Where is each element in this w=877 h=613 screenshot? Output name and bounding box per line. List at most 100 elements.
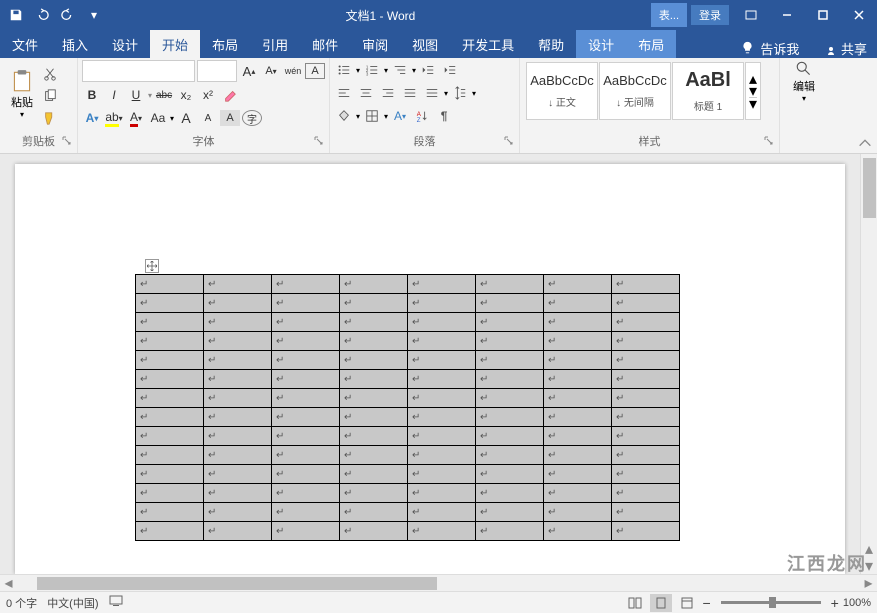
table-cell[interactable]: ↵: [272, 294, 340, 313]
table-cell[interactable]: ↵: [544, 503, 612, 522]
table-cell[interactable]: ↵: [136, 503, 204, 522]
table-cell[interactable]: ↵: [204, 484, 272, 503]
table-cell[interactable]: ↵: [408, 465, 476, 484]
table-cell[interactable]: ↵: [476, 522, 544, 541]
table-cell[interactable]: ↵: [136, 370, 204, 389]
dialog-launcher-icon[interactable]: [60, 136, 73, 149]
maximize-icon[interactable]: [805, 0, 841, 30]
distribute-icon[interactable]: [422, 83, 442, 103]
table-cell[interactable]: ↵: [408, 313, 476, 332]
format-painter-icon[interactable]: [40, 108, 60, 128]
table-cell[interactable]: ↵: [544, 389, 612, 408]
table-cell[interactable]: ↵: [204, 313, 272, 332]
grow-font-icon[interactable]: A▴: [239, 61, 259, 81]
save-icon[interactable]: [4, 3, 28, 27]
table-cell[interactable]: ↵: [136, 313, 204, 332]
table-cell[interactable]: ↵: [340, 465, 408, 484]
underline-button[interactable]: U: [126, 85, 146, 105]
style-nospace[interactable]: AaBbCcDc↓ 无间隔: [599, 62, 671, 120]
table-cell[interactable]: ↵: [476, 446, 544, 465]
numbering-icon[interactable]: 123: [362, 60, 382, 80]
char-shading-icon[interactable]: A: [220, 110, 240, 126]
zoom-level[interactable]: 100%: [843, 597, 871, 609]
table-cell[interactable]: ↵: [544, 351, 612, 370]
sort-icon[interactable]: AZ: [412, 106, 432, 126]
table-cell[interactable]: ↵: [204, 465, 272, 484]
document-table[interactable]: ↵↵↵↵↵↵↵↵↵↵↵↵↵↵↵↵↵↵↵↵↵↵↵↵↵↵↵↵↵↵↵↵↵↵↵↵↵↵↵↵…: [135, 274, 680, 541]
tab-review[interactable]: 审阅: [350, 30, 400, 58]
table-cell[interactable]: ↵: [612, 484, 680, 503]
shading-icon[interactable]: [334, 106, 354, 126]
login-button[interactable]: 登录: [691, 5, 729, 25]
table-cell[interactable]: ↵: [340, 275, 408, 294]
share-button[interactable]: 共享: [825, 39, 867, 58]
cut-icon[interactable]: [40, 64, 60, 84]
table-cell[interactable]: ↵: [612, 503, 680, 522]
tab-references[interactable]: 引用: [250, 30, 300, 58]
table-cell[interactable]: ↵: [544, 294, 612, 313]
bullets-icon[interactable]: [334, 60, 354, 80]
table-cell[interactable]: ↵: [272, 389, 340, 408]
table-cell[interactable]: ↵: [544, 370, 612, 389]
table-cell[interactable]: ↵: [544, 465, 612, 484]
tab-mailings[interactable]: 邮件: [300, 30, 350, 58]
table-cell[interactable]: ↵: [204, 389, 272, 408]
table-cell[interactable]: ↵: [476, 503, 544, 522]
enclose-char-icon[interactable]: 字: [242, 110, 262, 126]
ribbon-display-icon[interactable]: [733, 0, 769, 30]
collapse-ribbon-icon[interactable]: [857, 135, 873, 151]
redo-icon[interactable]: [56, 3, 80, 27]
table-cell[interactable]: ↵: [204, 408, 272, 427]
table-cell[interactable]: ↵: [476, 275, 544, 294]
font-name-selector[interactable]: [82, 60, 195, 82]
dialog-launcher-icon[interactable]: [502, 136, 515, 149]
clear-formatting-icon[interactable]: [220, 85, 240, 105]
table-cell[interactable]: ↵: [544, 427, 612, 446]
scroll-up-icon[interactable]: ▴: [861, 540, 877, 557]
table-cell[interactable]: ↵: [612, 351, 680, 370]
increase-indent-icon[interactable]: [440, 60, 460, 80]
table-cell[interactable]: ↵: [204, 522, 272, 541]
table-cell[interactable]: ↵: [136, 389, 204, 408]
table-cell[interactable]: ↵: [476, 465, 544, 484]
table-cell[interactable]: ↵: [340, 389, 408, 408]
tab-devtools[interactable]: 开发工具: [450, 30, 526, 58]
table-cell[interactable]: ↵: [408, 389, 476, 408]
table-cell[interactable]: ↵: [340, 313, 408, 332]
subscript-button[interactable]: x₂: [176, 85, 196, 105]
scroll-thumb-h[interactable]: [37, 577, 437, 590]
scrollbar-horizontal[interactable]: ◂ ▸: [0, 574, 877, 591]
scroll-left-icon[interactable]: ◂: [0, 575, 17, 592]
table-cell[interactable]: ↵: [476, 313, 544, 332]
table-cell[interactable]: ↵: [204, 427, 272, 446]
table-cell[interactable]: ↵: [272, 332, 340, 351]
table-cell[interactable]: ↵: [408, 503, 476, 522]
table-cell[interactable]: ↵: [136, 427, 204, 446]
table-cell[interactable]: ↵: [340, 522, 408, 541]
decrease-indent-icon[interactable]: [418, 60, 438, 80]
tab-file[interactable]: 文件: [0, 30, 50, 58]
language-status[interactable]: 中文(中国): [47, 595, 98, 611]
table-cell[interactable]: ↵: [408, 370, 476, 389]
table-cell[interactable]: ↵: [136, 332, 204, 351]
table-cell[interactable]: ↵: [136, 522, 204, 541]
table-cell[interactable]: ↵: [612, 427, 680, 446]
align-center-icon[interactable]: [356, 83, 376, 103]
tab-layout[interactable]: 布局: [200, 30, 250, 58]
zoom-in-icon[interactable]: +: [831, 595, 839, 611]
shrink-font-icon[interactable]: A▾: [261, 61, 281, 81]
align-right-icon[interactable]: [378, 83, 398, 103]
styles-more-icon[interactable]: ▴▾▾: [745, 62, 761, 120]
scroll-down-icon[interactable]: ▾: [861, 557, 877, 574]
table-cell[interactable]: ↵: [408, 522, 476, 541]
table-cell[interactable]: ↵: [136, 484, 204, 503]
table-cell[interactable]: ↵: [272, 446, 340, 465]
table-cell[interactable]: ↵: [340, 503, 408, 522]
table-cell[interactable]: ↵: [272, 275, 340, 294]
scroll-right-icon[interactable]: ▸: [860, 575, 877, 592]
style-heading1[interactable]: AaBl标题 1: [672, 62, 744, 120]
borders-icon[interactable]: [362, 106, 382, 126]
table-cell[interactable]: ↵: [340, 446, 408, 465]
table-cell[interactable]: ↵: [408, 446, 476, 465]
asian-layout-icon[interactable]: A▾: [390, 106, 410, 126]
